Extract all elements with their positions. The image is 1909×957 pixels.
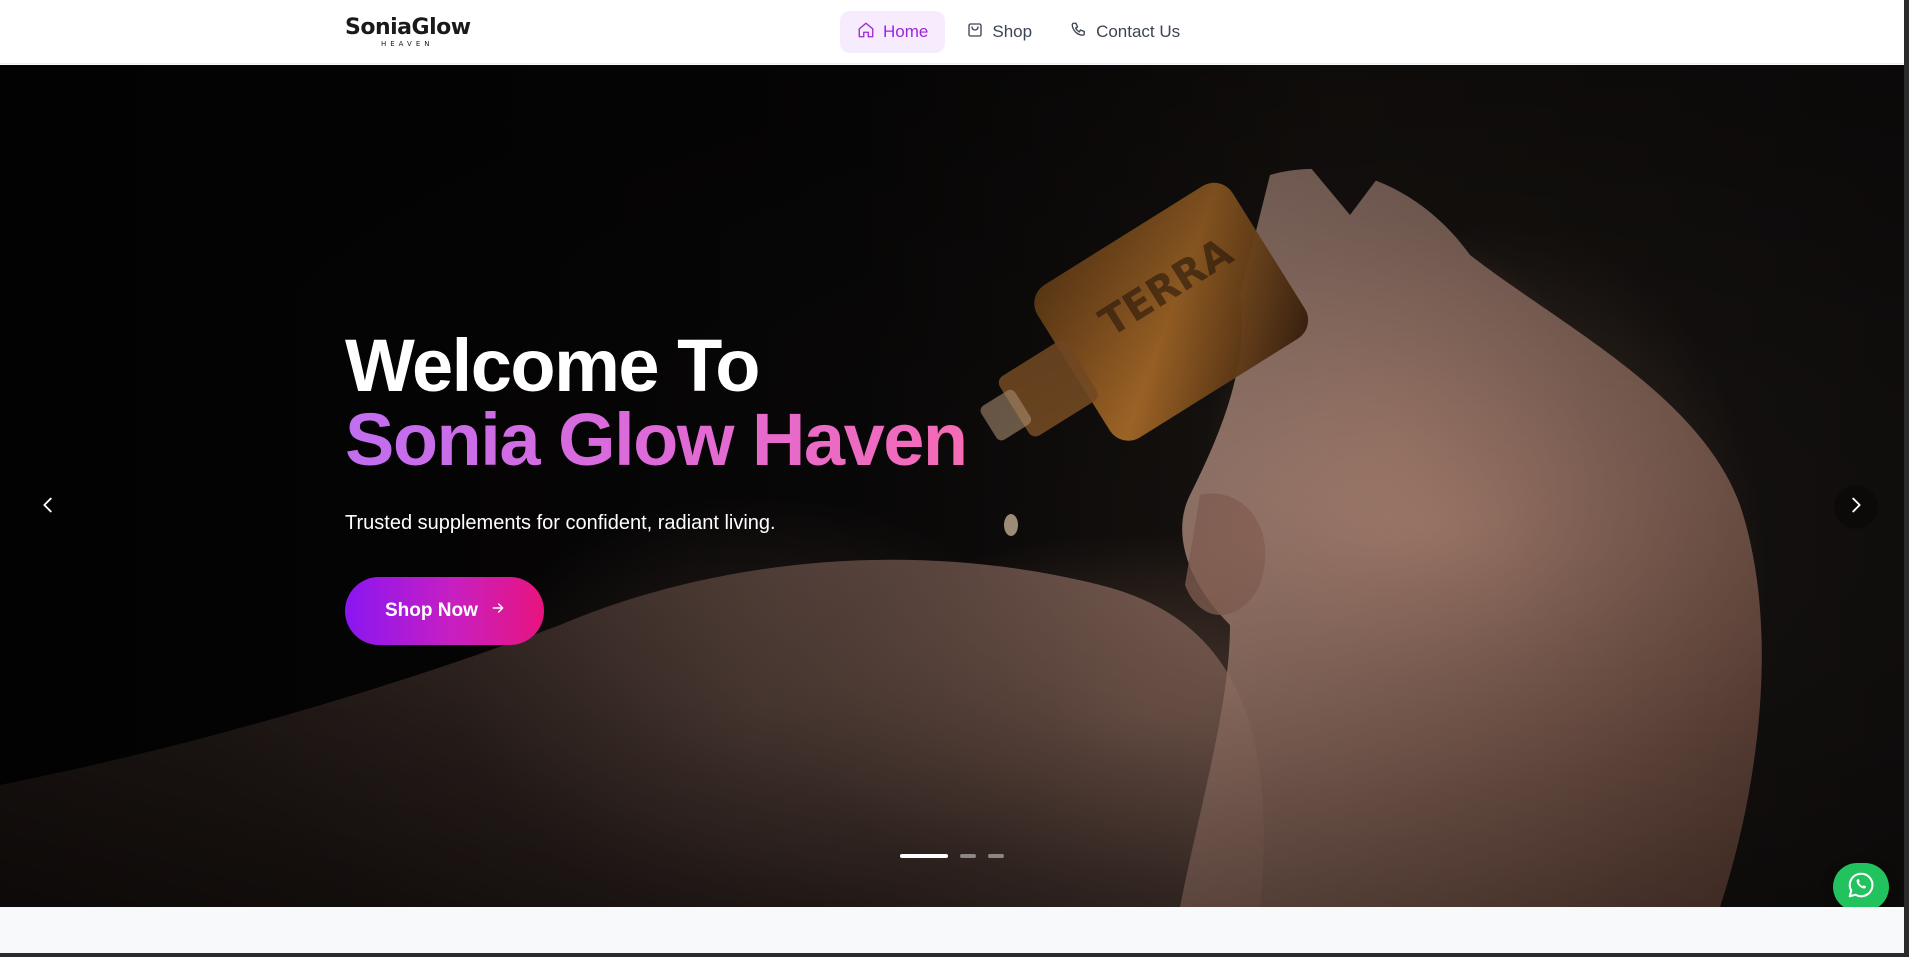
hero-subtitle: Trusted supplements for confident, radia… — [345, 512, 776, 534]
brand-tagline: HEAVEN — [381, 40, 434, 48]
whatsapp-icon — [1846, 870, 1876, 905]
navbar: SoniaGlow HEAVEN Home Shop Contact Us — [0, 0, 1904, 64]
slider-dot-1[interactable] — [900, 854, 948, 858]
whatsapp-chat-button[interactable] — [1833, 863, 1889, 911]
chevron-right-icon — [1845, 494, 1867, 521]
shopping-bag-icon — [966, 21, 984, 44]
brand-name: SoniaGlow — [345, 15, 471, 40]
hero-title-line1: Welcome To — [345, 324, 761, 407]
nav-item-label: Home — [883, 22, 929, 41]
hero-content: Welcome To Sonia Glow Haven Trusted supp… — [345, 324, 1105, 645]
slider-dot-3[interactable] — [988, 854, 1004, 858]
slider-dots — [900, 854, 1004, 858]
main-nav: Home Shop Contact Us — [840, 11, 1197, 53]
window-bottom-edge — [0, 953, 1909, 957]
shop-now-label: Shop Now — [385, 600, 478, 621]
nav-item-home[interactable]: Home — [840, 11, 946, 53]
hero-title-line2: Sonia Glow Haven — [345, 398, 968, 481]
slider-dot-2[interactable] — [960, 854, 976, 858]
nav-item-contact[interactable]: Contact Us — [1053, 11, 1197, 53]
nav-item-label: Contact Us — [1096, 22, 1181, 41]
phone-icon — [1070, 21, 1088, 44]
brand-logo[interactable]: SoniaGlow HEAVEN — [345, 15, 475, 49]
nav-item-label: Shop — [992, 22, 1033, 41]
next-section — [0, 907, 1904, 953]
home-icon — [857, 21, 875, 44]
slider-prev-button[interactable] — [26, 485, 70, 529]
hero-slider: TERRA Welcome To Sonia Glow Haven Truste… — [0, 65, 1904, 907]
chevron-left-icon — [37, 494, 59, 521]
slider-next-button[interactable] — [1834, 485, 1878, 529]
shop-now-button[interactable]: Shop Now — [345, 577, 544, 645]
arrow-right-icon — [490, 600, 506, 622]
window-scrollbar[interactable] — [1904, 0, 1909, 953]
nav-item-shop[interactable]: Shop — [949, 11, 1049, 53]
hero-title: Welcome To Sonia Glow Haven — [345, 324, 1105, 481]
